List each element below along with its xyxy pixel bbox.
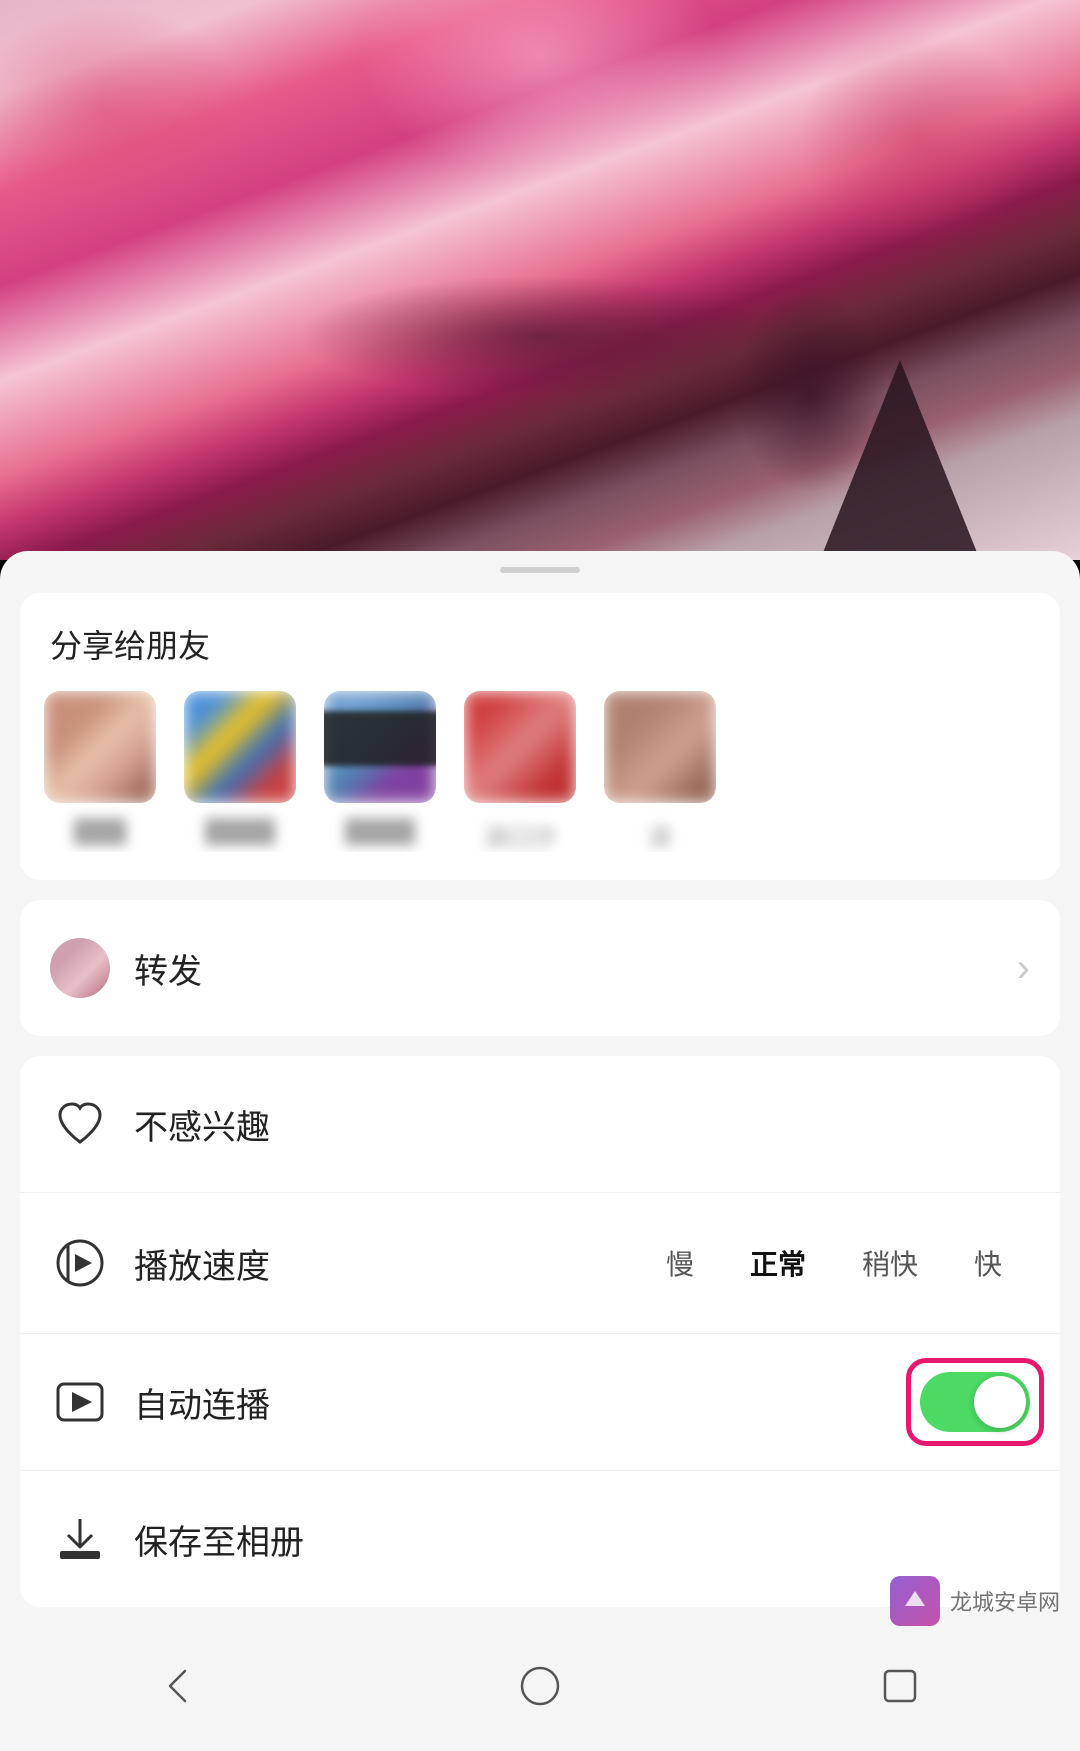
friend-avatar: [604, 691, 716, 803]
speed-options: 慢 正常 稍快 快: [638, 1231, 1030, 1295]
friend-avatar: [464, 691, 576, 803]
auto-play-toggle[interactable]: [920, 1372, 1030, 1432]
watermark-text: 龙城安卓网: [950, 1585, 1060, 1617]
forward-label: 转发: [134, 944, 1017, 993]
back-button[interactable]: [140, 1656, 220, 1716]
chevron-icon: ›: [1017, 946, 1030, 991]
recent-button[interactable]: [860, 1656, 940, 1716]
bottom-sheet: 分享给朋友 ▓▓▓ ▓▓▓▓: [0, 551, 1080, 1751]
playback-speed-label: 播放速度: [134, 1239, 638, 1288]
watermark-icon: [890, 1576, 940, 1626]
user-avatar: [50, 938, 110, 998]
censored-bar: [324, 711, 436, 766]
friend-avatar: [44, 691, 156, 803]
friend-name: ▓▓▓: [40, 817, 160, 845]
friend-name: ▓▓▓▓: [320, 817, 440, 845]
share-title: 分享给朋友: [20, 621, 1060, 691]
friend-item[interactable]: ▓▓▓▓: [320, 691, 440, 852]
share-section: 分享给朋友 ▓▓▓ ▓▓▓▓: [20, 593, 1060, 880]
friends-list[interactable]: ▓▓▓ ▓▓▓▓ ▓▓▓▓: [20, 691, 1060, 852]
friend-name: ▓▓▓▓: [180, 817, 300, 845]
play-speed-icon: [50, 1233, 110, 1293]
friend-name: 淡口沙: [460, 817, 580, 852]
heart-outline-icon: [50, 1094, 110, 1154]
background-image: [0, 0, 1080, 560]
speed-fast[interactable]: 快: [946, 1231, 1030, 1295]
friend-avatar: [324, 691, 436, 803]
options-section: 不感兴趣 播放速度 慢 正常 稍快 快: [20, 1056, 1060, 1607]
auto-play-toggle-wrap: [920, 1372, 1030, 1432]
friend-item[interactable]: 淡: [600, 691, 720, 852]
friend-item[interactable]: ▓▓▓▓: [180, 691, 300, 852]
speed-normal[interactable]: 正常: [722, 1231, 834, 1295]
watermark: 龙城安卓网: [890, 1576, 1060, 1626]
not-interested-label: 不感兴趣: [134, 1100, 1030, 1149]
friend-avatar: [184, 691, 296, 803]
friend-item[interactable]: 淡口沙: [460, 691, 580, 852]
forward-section: 转发 ›: [20, 900, 1060, 1036]
save-to-album-label: 保存至相册: [134, 1515, 1030, 1564]
not-interested-item[interactable]: 不感兴趣: [20, 1056, 1060, 1192]
friend-name: 淡: [600, 817, 720, 852]
download-icon: [50, 1509, 110, 1569]
friend-item[interactable]: ▓▓▓: [40, 691, 160, 852]
speed-slow[interactable]: 慢: [638, 1231, 722, 1295]
speed-slightly-fast[interactable]: 稍快: [834, 1231, 946, 1295]
sheet-handle[interactable]: [500, 567, 580, 573]
auto-play-item: 自动连播: [20, 1333, 1060, 1470]
home-button[interactable]: [500, 1656, 580, 1716]
auto-play-icon: [50, 1372, 110, 1432]
navigation-bar: [0, 1631, 1080, 1751]
toggle-knob: [974, 1376, 1026, 1428]
forward-item[interactable]: 转发 ›: [20, 900, 1060, 1036]
playback-speed-item: 播放速度 慢 正常 稍快 快: [20, 1192, 1060, 1333]
auto-play-label: 自动连播: [134, 1378, 920, 1427]
